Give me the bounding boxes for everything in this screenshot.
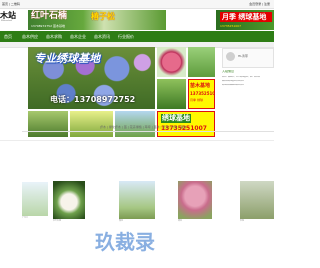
header-banner-ad-right[interactable]: 月季 绣球基地 13735251007 <box>216 10 274 30</box>
nav-item-home[interactable]: 首页 <box>4 34 12 39</box>
promo-ad-small[interactable]: 苗木基地 13735251007 月季 绣球 <box>188 79 215 109</box>
category-filter-bar: 乔木 | 绿化乔木 | 苗 | 花卉绿植 | 草坪 | 苗木 | 景观 | 竹类… <box>22 124 274 132</box>
nav-item-price[interactable]: 行业报价 <box>118 34 134 39</box>
nav-item-news[interactable]: 苗木资讯 <box>94 34 110 39</box>
banner-right-subtitle: 13735251007 <box>220 24 241 28</box>
info-line[interactable]: 品牌苗绣球基地供应信息 <box>222 80 272 83</box>
product-image <box>240 181 274 219</box>
product-card[interactable]: 红叶石楠 <box>53 181 85 226</box>
product-card[interactable]: 红梅 <box>240 181 274 226</box>
product-name: 红叶石楠 <box>53 220 62 222</box>
product-image <box>178 181 212 219</box>
logo-text: 木站 <box>0 10 16 20</box>
top-utility-bar: 首页 | 二维码 会员登录 | 注册 <box>0 0 274 9</box>
product-image <box>53 181 85 219</box>
nav-item-supply[interactable]: 苗木供应 <box>22 34 38 39</box>
avatar[interactable] <box>226 52 235 61</box>
ad-small-line2: 13735251007 <box>190 91 215 96</box>
banner-highlight: 椿子松 <box>91 12 115 21</box>
banner-right-title: 月季 绣球基地 <box>222 13 267 21</box>
header-banner-ad[interactable]: 红叶石楠 椿子松 13708972752 苗木基地 <box>28 10 166 30</box>
hero-banner[interactable]: 专业绣球基地 电话：13708972752 <box>28 47 155 109</box>
login-links[interactable]: 会员登录 | 注册 <box>249 2 270 6</box>
info-line[interactable]: 苗木产品服务，求工绣球基地，推广苗木苗 <box>222 76 272 79</box>
product-name: 红梅 <box>240 220 245 222</box>
info-heading: 入驻信息 <box>222 70 235 73</box>
product-image <box>22 182 48 216</box>
ad-wide-title: 绣球基地 <box>161 114 191 123</box>
product-name: 广玉兰 <box>22 217 29 219</box>
hero-title: 专业绣球基地 <box>34 52 100 65</box>
info-panel: 入驻信息 苗木产品服务，求工绣球基地，推广苗木苗 品牌苗绣球基地供应信息 绣球苗… <box>222 70 272 130</box>
banner-subtitle: 13708972752 苗木基地 <box>31 24 65 28</box>
ad-small-line3: 月季 绣球 <box>190 98 203 102</box>
hero-phone: 电话：13708972752 <box>50 95 136 104</box>
logo-subtext: Mumuzhan <box>1 20 13 22</box>
info-line[interactable]: 绣球苗苗圃采购联系信息 <box>222 84 272 87</box>
product-card[interactable]: 樱花 <box>119 181 155 226</box>
ad-small-line1: 苗木基地 <box>190 83 211 89</box>
filter-categories[interactable]: 乔木 | 绿化乔木 | 苗 | 花卉绿植 | 草坪 | 苗木 | 景观 | 竹类… <box>100 125 186 129</box>
product-image <box>119 181 155 219</box>
product-name: 银杏 <box>178 220 183 222</box>
promo-thumb-flower[interactable] <box>157 47 186 77</box>
username[interactable]: HL清带 <box>238 54 248 58</box>
nav-item-demand[interactable]: 苗木求购 <box>46 34 62 39</box>
promo-thumb-garden[interactable] <box>157 79 186 109</box>
product-card[interactable]: 银杏 <box>178 181 212 226</box>
product-name: 樱花 <box>119 220 124 222</box>
promo-thumb-shrub[interactable] <box>188 47 215 77</box>
top-bar-links[interactable]: 首页 | 二维码 <box>2 2 20 6</box>
banner-title: 红叶石楠 <box>31 11 68 21</box>
watermark-text: 玖裁录 <box>95 230 155 254</box>
nav-item-company[interactable]: 苗木企业 <box>70 34 86 39</box>
main-nav: 首页 苗木供应 苗木求购 苗木企业 苗木资讯 行业报价 <box>0 31 274 42</box>
product-card[interactable]: 广玉兰 <box>22 182 48 222</box>
